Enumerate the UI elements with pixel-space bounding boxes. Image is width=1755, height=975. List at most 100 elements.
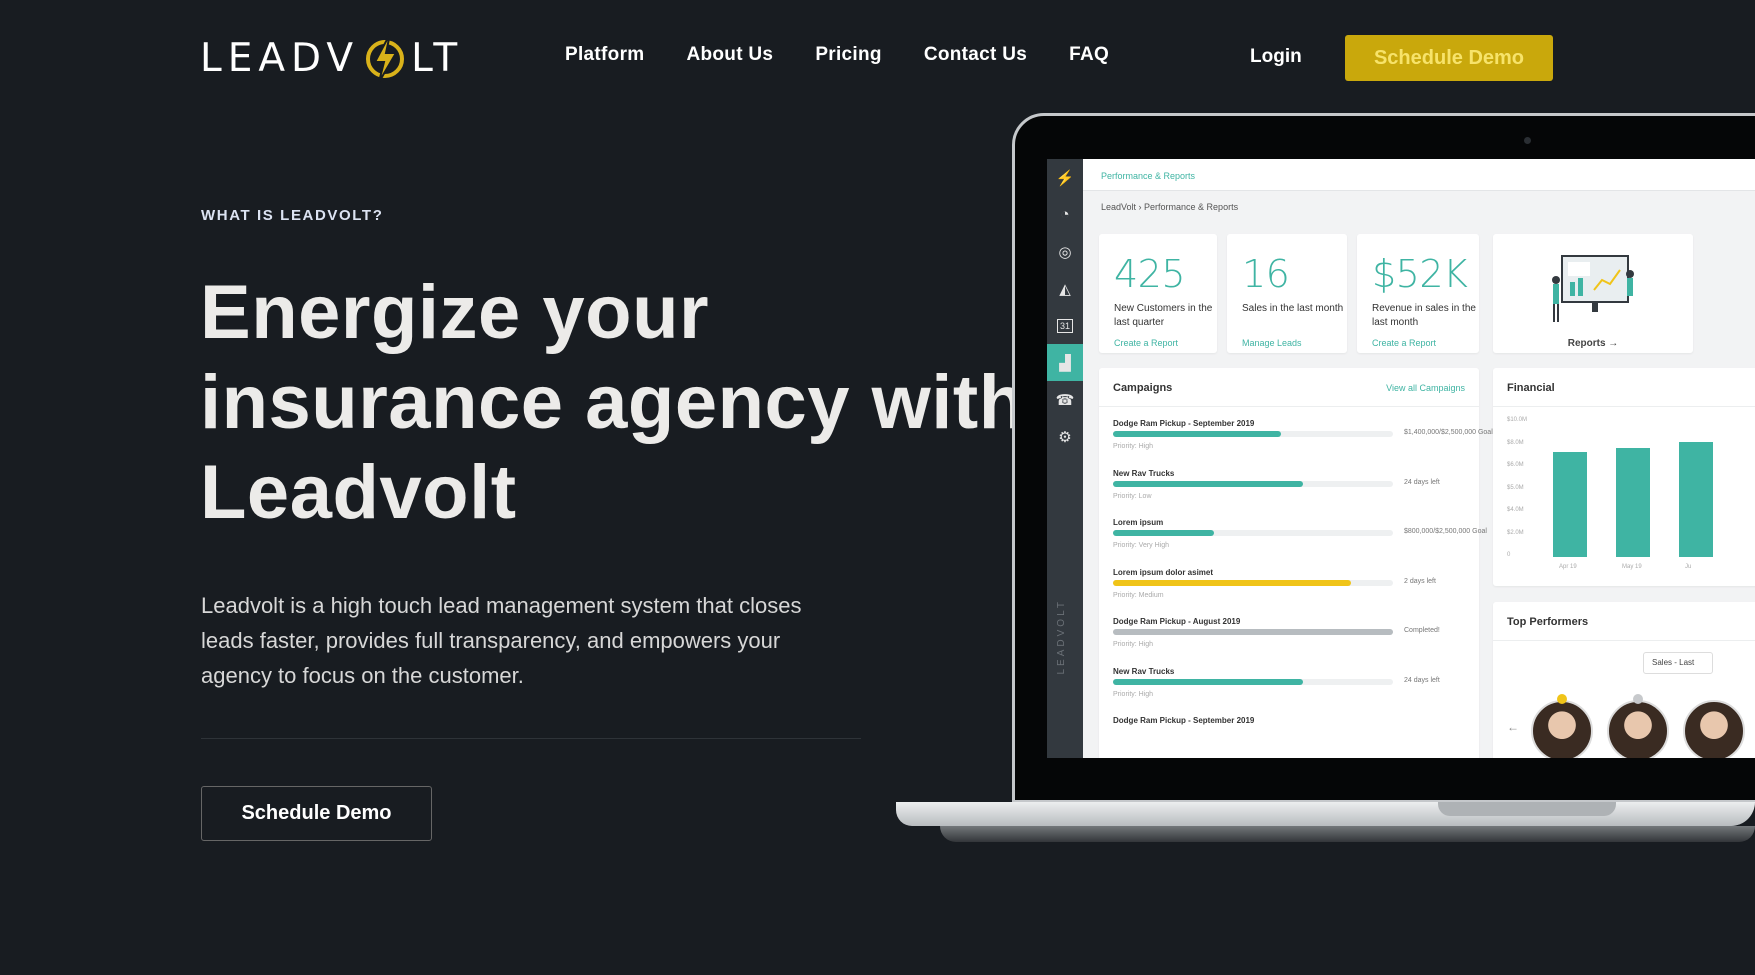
reports-card: Reports → (1493, 234, 1693, 353)
campaign-progress-fill (1113, 678, 1304, 685)
campaign-meta: Completed! (1404, 627, 1440, 634)
campaign-progress-track (1113, 530, 1393, 536)
campaign-meta: 2 days left (1404, 577, 1436, 585)
financial-bar (1679, 442, 1713, 557)
campaign-name: Lorem ipsum (1113, 518, 1164, 527)
campaign-priority: Priority: Medium (1113, 591, 1164, 599)
campaign-meta: $1,400,000/$2,500,000 Goal (1404, 429, 1493, 436)
campaign-progress-fill (1113, 431, 1281, 437)
financial-title: Financial (1507, 382, 1555, 394)
dashboard-breadcrumb: LeadVolt › Performance & Reports (1101, 202, 1239, 212)
campaign-progress-track (1113, 629, 1393, 635)
section-divider (1099, 406, 1479, 407)
financial-bar (1616, 447, 1650, 557)
kpi-card: 425 New Customers in the last quarter Cr… (1099, 234, 1217, 353)
dashboard-sidebar: ⚡ ◔ ◎ ◭ 31 ▟ ☎ ⚙ LEADVOLT (1047, 159, 1083, 758)
gold-medal-icon (1557, 694, 1567, 704)
calendar-icon: 31 (1047, 307, 1083, 344)
top-performers-title: Top Performers (1507, 616, 1589, 628)
laptop-notch (1438, 802, 1616, 816)
logo-text-left: LEADV (200, 35, 360, 81)
sales-select: Sales - Last (1643, 652, 1713, 674)
sidebar-brand: LEADVOLT (1056, 599, 1067, 675)
kpi-link: Manage Leads (1242, 338, 1302, 348)
nav-contact-us[interactable]: Contact Us (924, 44, 1027, 66)
dashboard-screenshot: ⚡ ◔ ◎ ◭ 31 ▟ ☎ ⚙ LEADVOLT Performance & … (1047, 159, 1755, 758)
campaign-row: Dodge Ram Pickup - September 2019 $1,400,… (1113, 419, 1513, 450)
settings-icon: ⚙ (1058, 428, 1072, 446)
laptop-base (896, 802, 1755, 826)
kpi-link: Create a Report (1372, 338, 1437, 348)
financial-axis-label: 0 (1507, 552, 1511, 558)
financial-axis-label: $10.0M (1507, 417, 1528, 423)
leadvolt-logo[interactable]: LEADV LT (200, 30, 463, 86)
kpi-card: 16 Sales in the last month Manage Leads (1227, 234, 1347, 353)
hero-headline: Energize your insurance agency with Lead… (200, 270, 1026, 535)
hero-eyebrow: WHAT IS LEADVOLT? (201, 207, 384, 224)
kpi-value: $52K (1372, 252, 1468, 296)
hero-divider (201, 738, 861, 739)
nav-about-us[interactable]: About Us (686, 44, 773, 66)
campaign-row: Lorem ipsum dolor asimet 2 days left Prior… (1113, 567, 1513, 599)
campaign-meta: 24 days left (1404, 478, 1440, 486)
financial-axis-label: $5.0M (1507, 484, 1524, 491)
campaign-name: New Rav Trucks (1113, 468, 1175, 478)
view-all-campaigns-link: View all Campaigns (1386, 383, 1465, 393)
login-link[interactable]: Login (1250, 46, 1302, 68)
campaigns-card: Campaigns View all Campaigns Dodge Ram P… (1099, 368, 1493, 758)
bolt-logo-icon (366, 33, 405, 83)
campaign-row: Lorem ipsum $800,000/$2,500,000 Goal Prior… (1113, 518, 1513, 549)
campaign-name: Lorem ipsum dolor asimet (1113, 567, 1214, 577)
laptop-camera (1524, 137, 1531, 144)
financial-month-label: May 19 (1622, 564, 1642, 570)
kpi-label: Sales in the last month (1242, 303, 1344, 314)
schedule-demo-button[interactable]: Schedule Demo (201, 786, 432, 841)
campaign-priority: Priority: High (1113, 641, 1154, 648)
avatar (1531, 700, 1593, 758)
nav-faq[interactable]: FAQ (1069, 44, 1109, 66)
kpi-link: Create a Report (1114, 338, 1179, 348)
dashboard-title: Performance & Reports (1101, 171, 1196, 181)
campaign-progress-track (1113, 579, 1393, 586)
campaign-name: Dodge Ram Pickup - September 2019 (1113, 716, 1255, 725)
phone-icon: ☎ (1055, 391, 1075, 409)
financial-axis-label: $4.0M (1507, 507, 1524, 513)
reports-link: Reports → (1567, 338, 1619, 349)
campaign-name: Dodge Ram Pickup - August 2019 (1113, 617, 1241, 626)
reports-illustration (1552, 255, 1634, 322)
section-divider (1493, 640, 1755, 641)
campaign-progress-track (1113, 431, 1393, 437)
campaign-priority: Priority: Low (1113, 492, 1152, 500)
campaign-row: Dodge Ram Pickup - August 2019 Completed!… (1113, 617, 1513, 648)
campaign-meta: 24 days left (1404, 676, 1440, 684)
campaign-meta: $800,000/$2,500,000 Goal (1404, 528, 1487, 535)
bolt-icon: ⚡ (1055, 169, 1075, 187)
financial-axis-label: $2.0M (1507, 529, 1524, 536)
schedule-demo-header-button[interactable]: Schedule Demo (1345, 35, 1553, 81)
main-nav: Platform About Us Pricing Contact Us FAQ (565, 44, 1109, 66)
laptop-shadow (940, 826, 1755, 842)
nav-pricing[interactable]: Pricing (815, 44, 882, 66)
financial-month-label: Ju (1685, 564, 1692, 570)
campaign-priority: Priority: High (1113, 443, 1154, 450)
arrow-left-icon: ← (1507, 720, 1519, 734)
hero-description: Leadvolt is a high touch lead management… (201, 593, 802, 688)
campaign-row: New Rav Trucks 24 days left Priority: Low (1113, 468, 1513, 500)
campaign-progress-track (1113, 678, 1393, 685)
silver-medal-icon (1633, 694, 1643, 704)
dashboard-icon: ◔ (1060, 206, 1070, 223)
campaign-row: New Rav Trucks 24 days left Priority: High (1113, 666, 1513, 698)
nav-platform[interactable]: Platform (565, 44, 644, 66)
campaign-row: Dodge Ram Pickup - September 2019 (1113, 716, 1513, 725)
financial-axis-label: $8.0M (1507, 439, 1524, 446)
kpi-value: 425 (1114, 252, 1186, 296)
financial-card: Financial $10.0M $8.0M $6.0M $5.0M $4.0M $2.0… (1493, 368, 1755, 586)
avatar (1683, 700, 1745, 758)
kpi-card: $52K Revenue in sales in the last month … (1357, 234, 1479, 353)
chart-icon: ▟ (1047, 344, 1083, 381)
top-performers-card: Top Performers Sales - Last ← (1493, 602, 1755, 758)
campaign-name: New Rav Trucks (1113, 666, 1175, 676)
campaign-priority: Priority: Very High (1113, 542, 1170, 549)
kpi-value: 16 (1242, 252, 1290, 296)
campaign-name: Dodge Ram Pickup - September 2019 (1113, 419, 1255, 428)
